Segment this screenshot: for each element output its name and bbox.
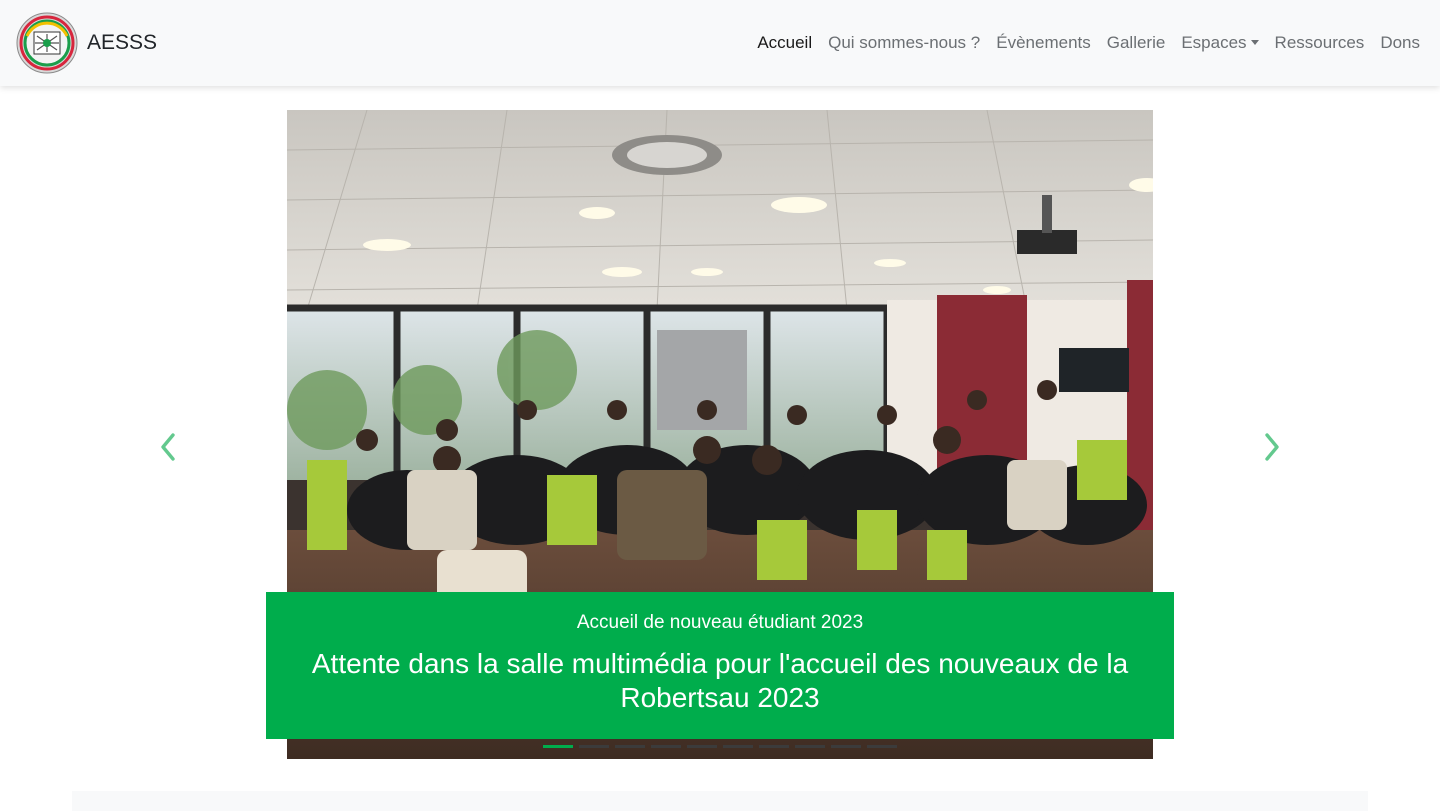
brand-link[interactable]: AESSS <box>15 12 157 74</box>
carousel-indicator[interactable] <box>687 745 717 748</box>
nav-gallerie[interactable]: Gallerie <box>1099 33 1174 53</box>
nav-espaces-label: Espaces <box>1181 33 1247 52</box>
chevron-right-icon <box>1265 433 1279 461</box>
carousel-indicator[interactable] <box>651 745 681 748</box>
nav-evenements[interactable]: Évènements <box>988 33 1099 53</box>
carousel-caption: Accueil de nouveau étudiant 2023 Attente… <box>266 592 1174 739</box>
carousel-indicators <box>543 745 903 748</box>
navbar: AESSS Accueil Qui sommes-nous ? Évènemen… <box>0 0 1440 86</box>
caption-title: Attente dans la salle multimédia pour l'… <box>311 648 1129 713</box>
chevron-left-icon <box>161 433 175 461</box>
nav-dons[interactable]: Dons <box>1372 33 1428 53</box>
carousel-indicator[interactable] <box>615 745 645 748</box>
carousel-indicator[interactable] <box>831 745 861 748</box>
carousel-next-button[interactable] <box>1257 432 1287 462</box>
content-section-top <box>72 791 1368 811</box>
aesss-seal-logo <box>16 12 78 74</box>
nav-menu: Accueil Qui sommes-nous ? Évènements Gal… <box>749 33 1428 53</box>
nav-accueil[interactable]: Accueil <box>749 33 820 53</box>
nav-qui-sommes-nous[interactable]: Qui sommes-nous ? <box>820 33 988 53</box>
brand-name: AESSS <box>87 31 158 54</box>
carousel-indicator[interactable] <box>543 745 573 748</box>
caret-down-icon <box>1250 40 1259 45</box>
carousel-indicator[interactable] <box>759 745 789 748</box>
carousel-indicator[interactable] <box>867 745 897 748</box>
carousel-indicator[interactable] <box>723 745 753 748</box>
nav-ressources[interactable]: Ressources <box>1267 33 1373 53</box>
nav-espaces-dropdown[interactable]: Espaces <box>1173 33 1266 53</box>
carousel-indicator[interactable] <box>579 745 609 748</box>
caption-subtitle: Accueil de nouveau étudiant 2023 <box>576 612 864 633</box>
carousel-prev-button[interactable] <box>153 432 183 462</box>
carousel-indicator[interactable] <box>795 745 825 748</box>
